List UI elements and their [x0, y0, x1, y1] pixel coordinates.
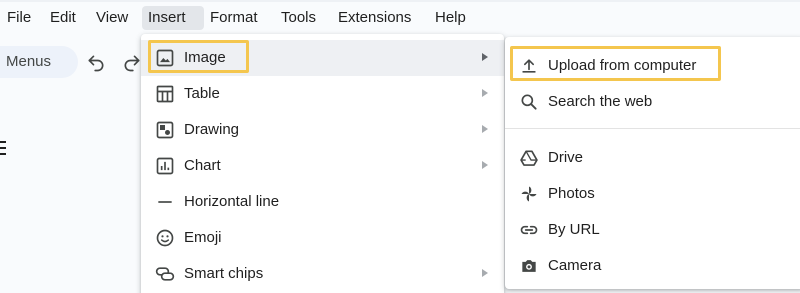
- undo-icon[interactable]: [86, 53, 106, 73]
- image-submenu-item-drive[interactable]: Drive: [505, 140, 800, 176]
- insert-menu-item-label: Drawing: [184, 121, 240, 138]
- insert-menu-item-label: Image: [184, 49, 226, 66]
- submenu-arrow-icon: [482, 161, 488, 169]
- submenu-arrow-icon: [482, 53, 488, 61]
- paragraph-style-icon: [0, 141, 6, 155]
- menus-search-pill[interactable]: Menus: [0, 46, 78, 78]
- submenu-arrow-icon: [482, 89, 488, 97]
- image-submenu-item-by-url[interactable]: By URL: [505, 212, 800, 248]
- submenu-divider: [505, 128, 800, 129]
- image-submenu-item-label: Photos: [548, 185, 595, 202]
- menu-file[interactable]: File: [3, 6, 35, 30]
- insert-menu-item-chart[interactable]: Chart: [141, 148, 504, 184]
- emoji-icon: [156, 229, 174, 247]
- insert-menu-item-horizontal-line[interactable]: Horizontal line: [141, 184, 504, 220]
- redo-icon[interactable]: [122, 53, 142, 73]
- menu-tools[interactable]: Tools: [277, 6, 320, 30]
- insert-menu-item-emoji[interactable]: Emoji: [141, 220, 504, 256]
- image-submenu-item-label: By URL: [548, 221, 600, 238]
- chart-icon: [156, 157, 174, 175]
- smart-chips-icon: [155, 267, 175, 281]
- camera-icon: [522, 260, 536, 272]
- insert-menu-item-label: Emoji: [184, 229, 222, 246]
- submenu-arrow-icon: [482, 269, 488, 277]
- upload-icon: [522, 59, 536, 73]
- menu-extensions[interactable]: Extensions: [334, 6, 415, 30]
- link-icon: [520, 225, 538, 235]
- menu-edit[interactable]: Edit: [46, 6, 80, 30]
- image-submenu-item-photos[interactable]: Photos: [505, 176, 800, 212]
- insert-menu-item-image[interactable]: Image: [141, 40, 504, 76]
- image-submenu-item-camera[interactable]: Camera: [505, 248, 800, 284]
- image-submenu-item-label: Drive: [548, 149, 584, 166]
- menus-label: Menus: [6, 53, 52, 70]
- insert-menu-item-label: Smart chips: [184, 265, 264, 282]
- menu-bar: File Edit View Insert Format Tools Exten…: [0, 0, 800, 34]
- menu-view[interactable]: View: [92, 6, 132, 30]
- drawing-icon: [156, 121, 174, 139]
- insert-menu-item-table[interactable]: Table: [141, 76, 504, 112]
- insert-menu-item-drawing[interactable]: Drawing: [141, 112, 504, 148]
- photos-icon: [521, 186, 537, 202]
- image-submenu-item-label: Upload from computer: [548, 57, 697, 74]
- image-submenu-item-label: Search the web: [548, 93, 653, 110]
- submenu-arrow-icon: [482, 125, 488, 133]
- horizontal-line-icon: [158, 201, 172, 203]
- table-icon: [156, 85, 174, 103]
- menu-format[interactable]: Format: [206, 6, 262, 30]
- insert-menu-item-label: Chart: [184, 157, 221, 174]
- insert-menu: Image Table Drawing Chart Horizontal lin…: [141, 34, 504, 293]
- menu-insert[interactable]: Insert: [142, 6, 204, 30]
- menu-help[interactable]: Help: [431, 6, 470, 30]
- image-submenu-item-upload[interactable]: Upload from computer: [505, 48, 800, 84]
- image-icon: [156, 49, 174, 67]
- insert-menu-item-smart-chips[interactable]: Smart chips: [141, 256, 504, 292]
- search-icon: [521, 94, 537, 110]
- image-submenu: Upload from computer Search the web Driv…: [505, 37, 800, 289]
- image-submenu-item-label: Camera: [548, 257, 602, 274]
- drive-icon: [520, 150, 538, 166]
- image-submenu-item-search-web[interactable]: Search the web: [505, 84, 800, 120]
- insert-menu-item-label: Horizontal line: [184, 193, 280, 210]
- insert-menu-item-label: Table: [184, 85, 220, 102]
